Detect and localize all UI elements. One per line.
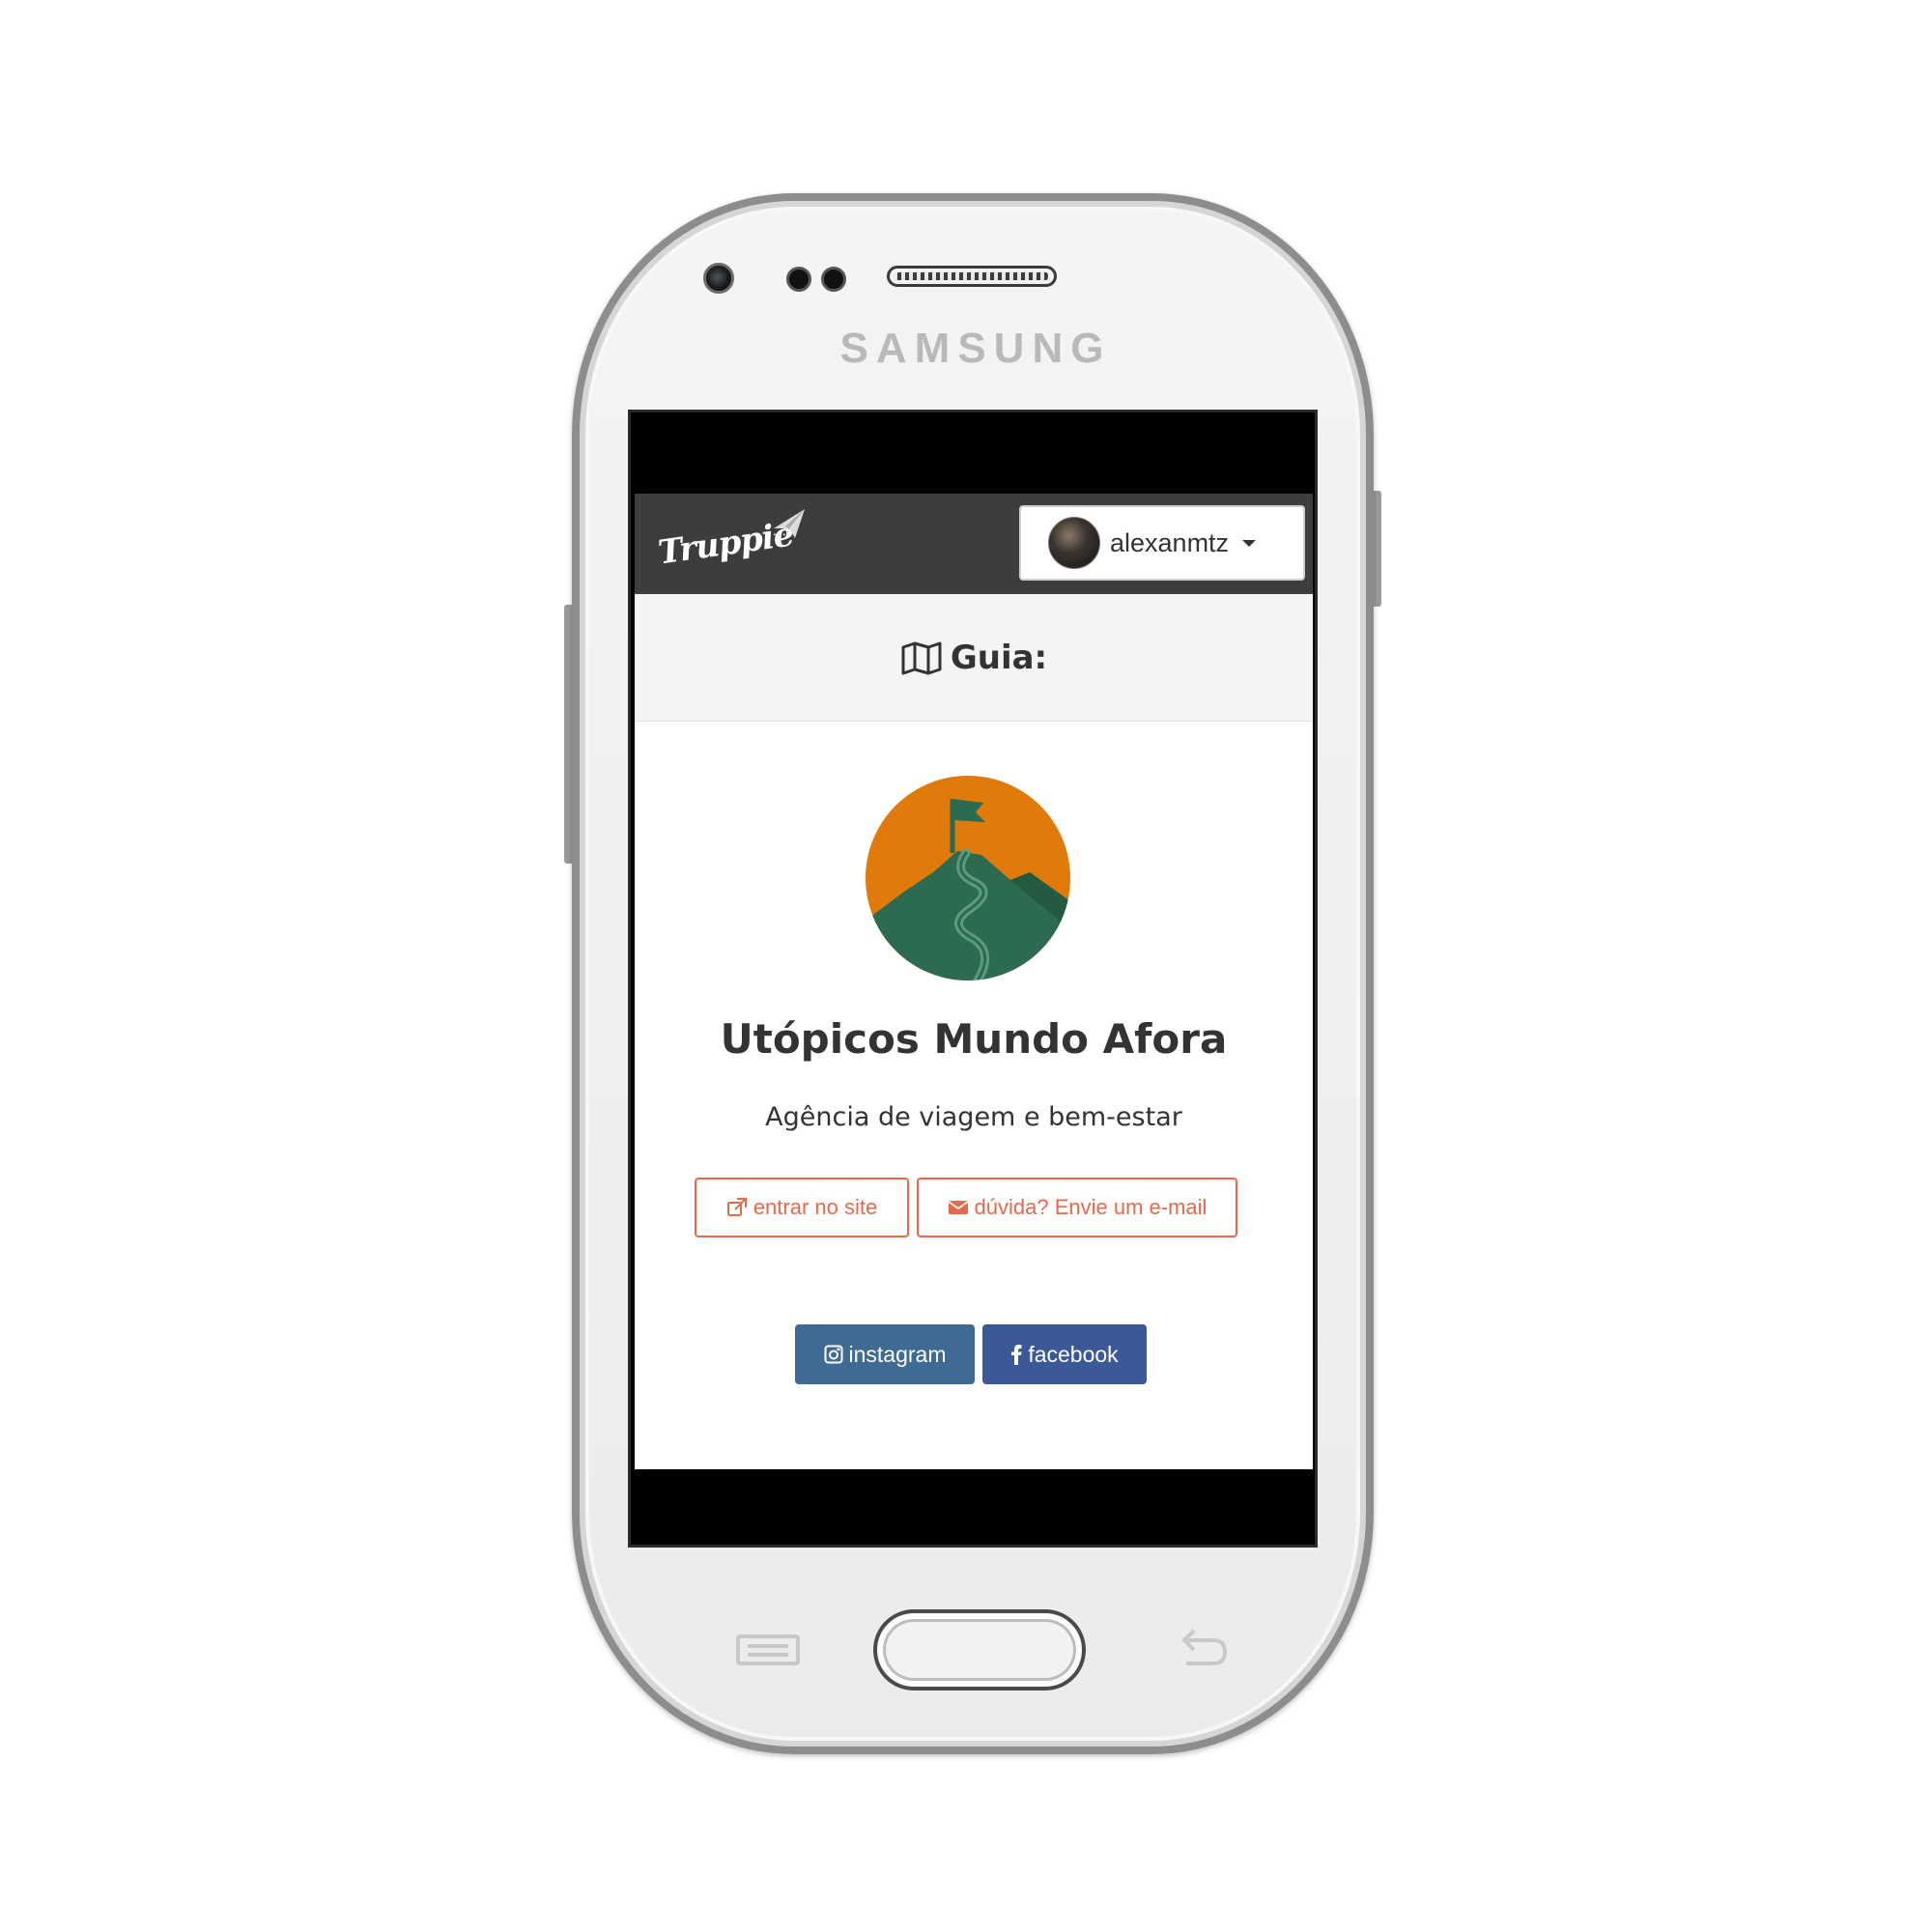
avatar [1048,517,1100,569]
app-viewport: Truppie alexanmtz Guia: Utópicos Mundo A… [635,494,1313,1471]
instagram-label: instagram [848,1341,947,1367]
page-title: Guia: [950,638,1048,677]
user-menu-dropdown[interactable]: alexanmtz [1019,505,1305,581]
sensor-icon [821,267,846,292]
facebook-label: facebook [1028,1341,1119,1367]
envelope-icon [948,1199,969,1216]
front-camera-icon [703,263,734,294]
earpiece-speaker [887,266,1057,287]
visit-site-label: entrar no site [753,1195,878,1219]
organization-name: Utópicos Mundo Afora [720,1015,1228,1063]
home-button [873,1609,1086,1690]
sensor-icon [786,267,811,292]
device-mockup: SAMSUNG Truppie alexanmtz Guia: Utópicos… [0,0,1932,1932]
email-label: dúvida? Envie um e-mail [974,1195,1208,1219]
caret-down-icon [1242,539,1257,547]
screen-bottom-bar [631,1469,1315,1545]
instagram-icon [824,1345,843,1364]
status-bar [631,412,1315,494]
paper-plane-icon [773,509,805,538]
organization-logo [866,776,1070,980]
instagram-button[interactable]: instagram [795,1324,975,1384]
phone-screen: Truppie alexanmtz Guia: Utópicos Mundo A… [628,410,1318,1548]
facebook-button[interactable]: facebook [982,1324,1147,1384]
organization-description: Agência de viagem e bem-estar [765,1102,1182,1132]
page-header: Guia: [635,594,1313,722]
external-link-icon [726,1197,748,1218]
back-key-icon [1181,1629,1228,1665]
device-brand: SAMSUNG [839,325,1112,372]
facebook-icon [1010,1344,1022,1365]
map-icon [901,641,942,674]
menu-key-icon [736,1634,800,1665]
email-button[interactable]: dúvida? Envie um e-mail [917,1178,1237,1237]
username: alexanmtz [1110,527,1230,557]
visit-site-button[interactable]: entrar no site [695,1178,909,1237]
navbar: Truppie alexanmtz [635,494,1313,594]
